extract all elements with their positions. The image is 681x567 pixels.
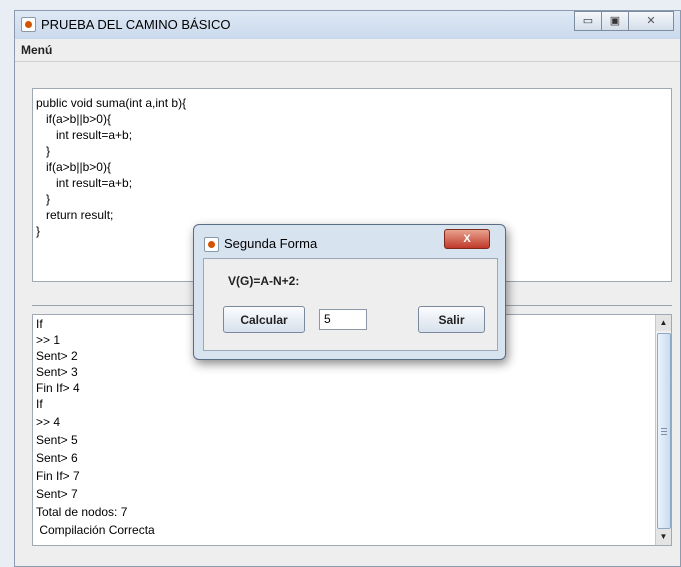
dialog-content: V(G)=A-N+2: Calcular 5 Salir xyxy=(203,258,498,351)
window-title: PRUEBA DEL CAMINO BÁSICO xyxy=(41,17,231,32)
triangle-up-icon[interactable]: ▲ xyxy=(656,315,671,331)
output-line: Compilación Correcta xyxy=(36,523,155,537)
title-bar[interactable]: PRUEBA DEL CAMINO BÁSICO ▭ ▣ ✕ xyxy=(15,11,680,39)
menu-bar: Menú xyxy=(15,39,680,62)
close-button[interactable]: ✕ xyxy=(628,11,674,31)
output-line: >> 4 xyxy=(36,415,61,429)
code-line: } xyxy=(36,192,51,206)
triangle-down-icon[interactable]: ▼ xyxy=(656,529,671,545)
segunda-forma-dialog: Segunda Forma X V(G)=A-N+2: Calcular 5 S… xyxy=(193,224,506,360)
output-line: Fin If> 4 xyxy=(36,381,80,395)
code-line: } xyxy=(36,144,51,158)
dialog-title: Segunda Forma xyxy=(224,236,318,251)
output-line: Total de nodos: 7 xyxy=(36,505,128,519)
code-line: return result; xyxy=(36,208,114,222)
code-line: int result=a+b; xyxy=(36,176,133,190)
output-line: Sent> 2 xyxy=(36,349,78,363)
grip-line xyxy=(661,428,667,429)
java-coffee-icon xyxy=(204,237,219,252)
output-line: Sent> 5 xyxy=(36,433,78,447)
dialog-close-button[interactable]: X xyxy=(444,229,490,249)
calculate-button[interactable]: Calcular xyxy=(223,306,305,333)
code-line: public void suma(int a,int b){ xyxy=(36,96,187,110)
window-controls: ▭ ▣ ✕ xyxy=(574,11,674,31)
output-line: Sent> 7 xyxy=(36,487,78,501)
code-line: if(a>b||b>0){ xyxy=(36,160,111,174)
code-line: } xyxy=(36,224,41,238)
java-coffee-icon xyxy=(21,17,36,32)
output-line: Fin If> 7 xyxy=(36,469,80,483)
code-line: int result=a+b; xyxy=(36,128,133,142)
output-line: >> 1 xyxy=(36,333,61,347)
formula-label: V(G)=A-N+2: xyxy=(228,274,300,288)
output-line: Sent> 6 xyxy=(36,451,78,465)
output-line: If xyxy=(36,317,43,331)
menu-menu[interactable]: Menú xyxy=(21,43,52,57)
grip-line xyxy=(661,434,667,435)
result-field[interactable]: 5 xyxy=(319,309,367,330)
maximize-button[interactable]: ▣ xyxy=(601,11,629,31)
code-line: if(a>b||b>0){ xyxy=(36,112,111,126)
exit-button[interactable]: Salir xyxy=(418,306,485,333)
scrollbar-thumb[interactable] xyxy=(657,333,671,529)
grip-line xyxy=(661,431,667,432)
vertical-scrollbar[interactable]: ▲ ▼ xyxy=(655,315,671,545)
minimize-button[interactable]: ▭ xyxy=(574,11,602,31)
output-line: If xyxy=(36,397,43,411)
output-line: Sent> 3 xyxy=(36,365,78,379)
